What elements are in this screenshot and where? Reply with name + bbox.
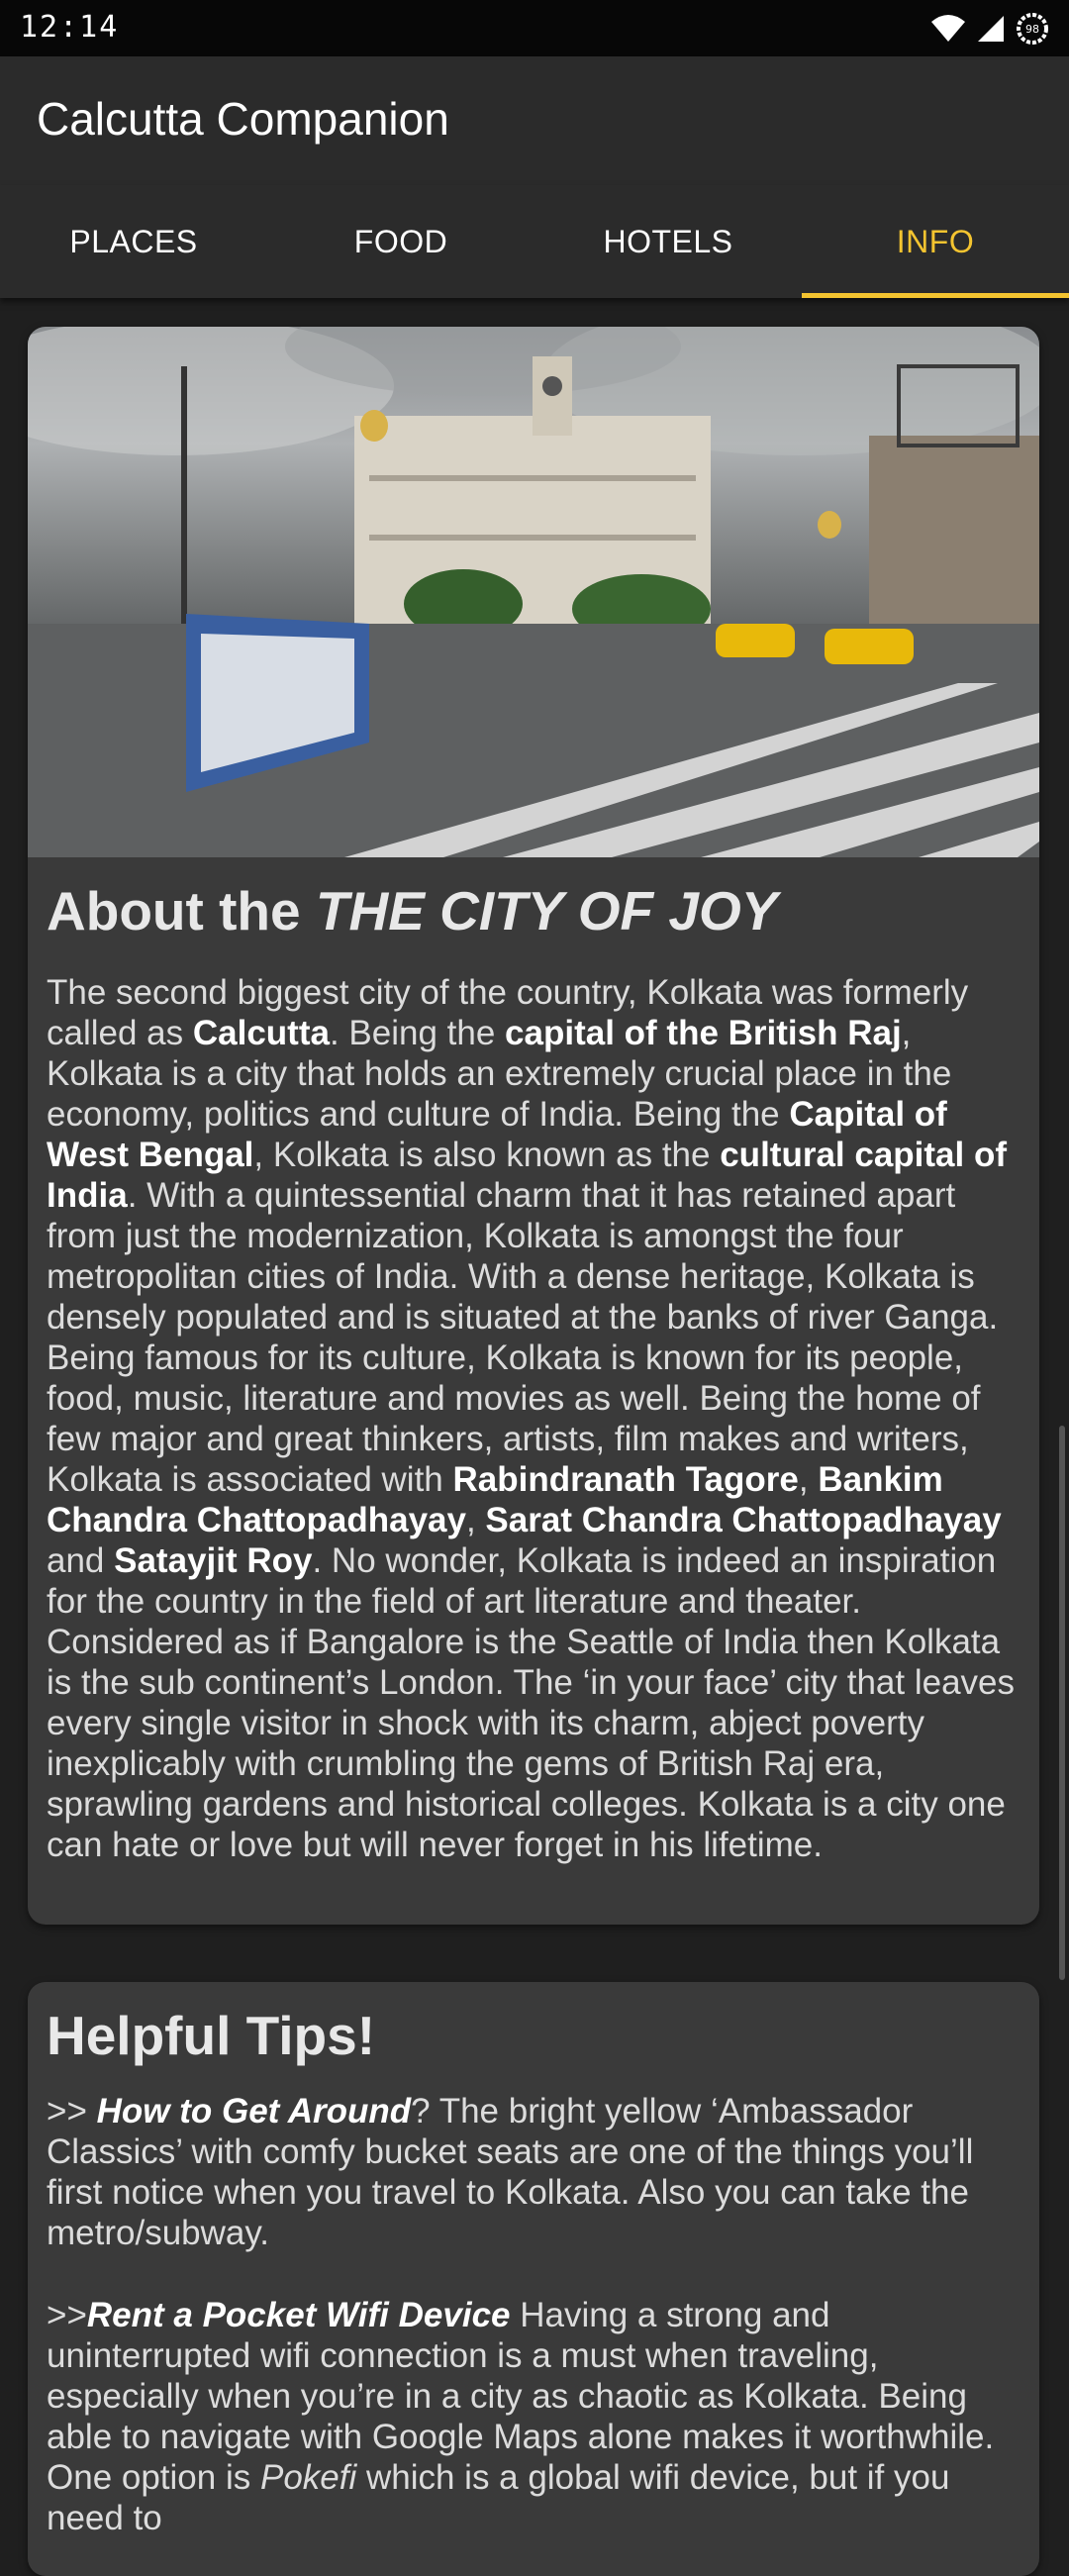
tab-places[interactable]: PLACES <box>0 185 267 298</box>
city-image <box>28 327 1039 857</box>
about-body: About the THE CITY OF JOY The second big… <box>28 857 1039 1865</box>
svg-text:98: 98 <box>1025 23 1039 36</box>
about-card: About the THE CITY OF JOY The second big… <box>28 327 1039 1925</box>
tab-hotels[interactable]: HOTELS <box>534 185 802 298</box>
tips-card: Helpful Tips! >> How to Get Around? The … <box>28 1982 1039 2576</box>
tip-wifi: >>Rent a Pocket Wifi Device Having a str… <box>47 2296 995 2537</box>
tip-get-around: >> How to Get Around? The bright yellow … <box>47 2092 974 2252</box>
status-bar: 12:14 98 <box>0 0 1069 56</box>
tips-body: Helpful Tips! >> How to Get Around? The … <box>28 1982 1039 2538</box>
scrollbar[interactable] <box>1059 1426 1065 1980</box>
tab-food[interactable]: FOOD <box>267 185 534 298</box>
about-title: About the THE CITY OF JOY <box>47 880 778 941</box>
status-icons: 98 <box>930 12 1049 46</box>
status-time: 12:14 <box>20 10 120 45</box>
tab-info[interactable]: INFO <box>802 185 1069 298</box>
about-paragraph: The second biggest city of the country, … <box>47 973 1016 1864</box>
wifi-icon <box>931 15 965 42</box>
signal-icon <box>978 16 1004 42</box>
battery-icon: 98 <box>1017 13 1048 45</box>
app-title: Calcutta Companion <box>37 93 449 145</box>
tips-title: Helpful Tips! <box>47 2005 376 2066</box>
tab-bar: PLACES FOOD HOTELS INFO <box>0 185 1069 298</box>
app-bar: Calcutta Companion <box>0 56 1069 185</box>
